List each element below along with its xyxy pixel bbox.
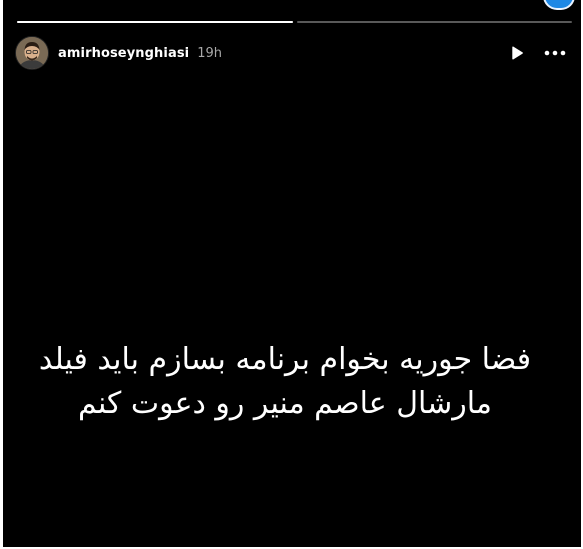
badge-icon <box>543 0 575 10</box>
progress-fill <box>17 21 293 23</box>
story-progress-bar <box>17 21 572 23</box>
story-viewer[interactable]: amirhoseynghiasi 19h فضا جوریه بخوام برن… <box>3 0 581 547</box>
caption-line-2: مارشال عاصم منیر رو دعوت کنم <box>78 386 492 421</box>
progress-segment-1 <box>17 21 293 23</box>
story-header: amirhoseynghiasi 19h <box>15 36 567 70</box>
play-icon[interactable] <box>505 41 529 65</box>
avatar-image <box>16 37 48 69</box>
story-caption: فضا جوریه بخوام برنامه بسازم باید فیلد م… <box>33 338 551 426</box>
avatar[interactable] <box>15 36 49 70</box>
username[interactable]: amirhoseynghiasi <box>58 46 189 61</box>
caption-line-1: فضا جوریه بخوام برنامه بسازم باید فیلد <box>38 342 532 377</box>
more-icon[interactable] <box>543 41 567 65</box>
progress-segment-2 <box>296 21 572 23</box>
post-time: 19h <box>197 45 223 61</box>
